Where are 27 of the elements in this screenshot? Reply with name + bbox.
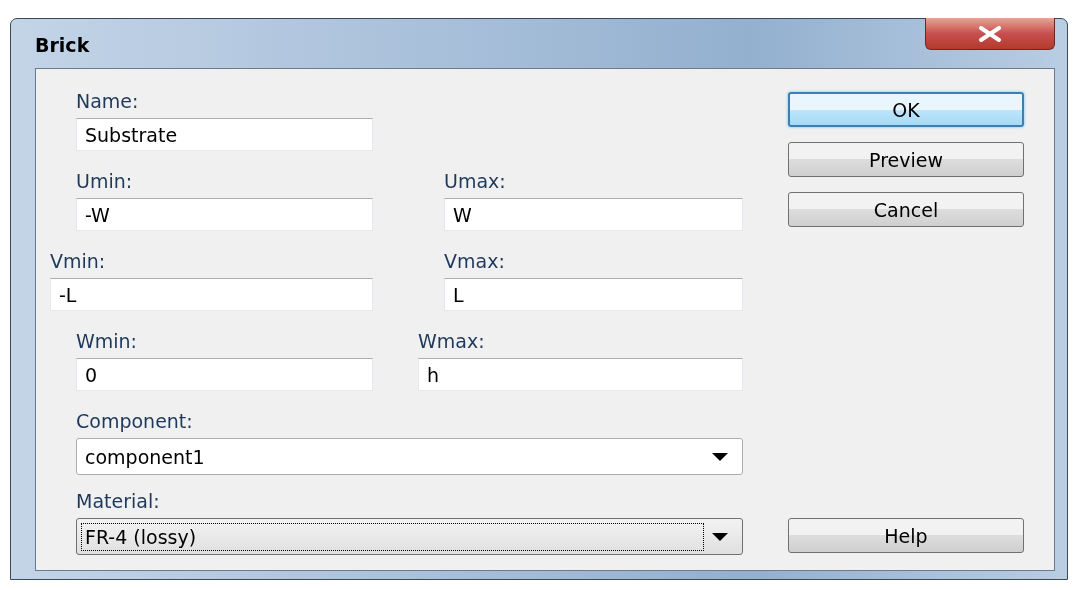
field-label: Vmax: [444,250,505,272]
input-field[interactable]: -L [50,278,373,311]
window-title: Brick [35,34,90,56]
field-label: Wmax: [418,330,485,352]
input-field[interactable]: -W [76,198,373,231]
close-button[interactable] [925,18,1055,50]
preview-button[interactable]: Preview [788,142,1024,177]
ok-button[interactable]: OK [788,92,1024,127]
input-field[interactable]: W [444,198,743,231]
field-label: Vmin: [50,250,106,272]
dropdown[interactable]: FR-4 (lossy) [76,518,743,555]
field-label: Component: [76,410,193,432]
input-field[interactable]: Substrate [76,118,373,151]
help-button[interactable]: Help [788,518,1024,553]
caret-icon [712,452,728,461]
field-label: Material: [76,490,160,512]
cancel-button[interactable]: Cancel [788,192,1024,227]
caret-icon [712,532,728,541]
dropdown[interactable]: component1 [76,438,743,475]
field-label: Wmin: [76,330,138,352]
close-icon [978,25,1002,42]
input-field[interactable]: 0 [76,358,373,391]
input-field[interactable]: L [444,278,743,311]
input-field[interactable]: h [418,358,743,391]
field-label: Umax: [444,170,506,192]
field-label: Umin: [76,170,133,192]
field-label: Name: [76,90,139,112]
